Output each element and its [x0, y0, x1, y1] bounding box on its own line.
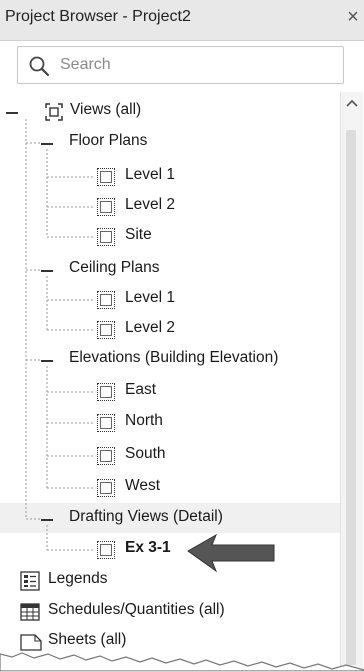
- tree-item-label: East: [125, 381, 157, 398]
- tree-node-label: Ceiling Plans: [69, 259, 160, 276]
- view-icon: [97, 414, 115, 432]
- search-box[interactable]: [17, 46, 344, 84]
- tree-item-elev-south[interactable]: South: [0, 441, 340, 471]
- torn-edge: [0, 652, 364, 671]
- tree-node-legends[interactable]: Legends: [0, 566, 340, 596]
- tree-node-drafting-views[interactable]: Drafting Views (Detail): [0, 504, 340, 534]
- scrollbar-thumb[interactable]: [346, 130, 356, 665]
- tree-item-ceiling-level-1[interactable]: Level 1: [0, 285, 340, 315]
- tree-item-elev-north[interactable]: North: [0, 408, 340, 438]
- view-icon: [97, 541, 115, 559]
- tree-item-label: North: [125, 412, 163, 429]
- tree-node-ceiling-plans[interactable]: Ceiling Plans: [0, 255, 340, 285]
- tree-item-ceiling-level-2[interactable]: Level 2: [0, 315, 340, 345]
- tree-item-floor-level-2[interactable]: Level 2: [0, 192, 340, 222]
- tree-node-label: Sheets (all): [48, 631, 127, 648]
- vertical-scrollbar[interactable]: [340, 92, 363, 671]
- tree-node-label: Legends: [48, 570, 108, 587]
- tree-node-elevations[interactable]: Elevations (Building Elevation): [0, 345, 340, 375]
- project-browser-panel: Project Browser - Project2 × Search View…: [0, 0, 364, 671]
- title-bar: Project Browser - Project2 ×: [0, 0, 364, 41]
- tree-node-label: Views (all): [70, 101, 142, 118]
- close-button[interactable]: ×: [344, 5, 362, 29]
- browser-views-icon: [45, 103, 63, 121]
- view-icon: [97, 168, 115, 186]
- collapse-icon[interactable]: [41, 270, 53, 272]
- view-icon: [97, 383, 115, 401]
- tree-item-label: Level 2: [125, 319, 175, 336]
- tree-item-label: Level 2: [125, 196, 175, 213]
- tree-item-label: West: [125, 477, 161, 494]
- tree-item-drafting-ex-3-1[interactable]: Ex 3-1: [0, 535, 340, 565]
- collapse-icon[interactable]: [41, 360, 53, 362]
- tree-item-floor-level-1[interactable]: Level 1: [0, 162, 340, 192]
- collapse-icon[interactable]: [41, 143, 53, 145]
- tree-node-label: Floor Plans: [69, 132, 148, 149]
- tree-item-elev-west[interactable]: West: [0, 473, 340, 503]
- tree-item-label: Ex 3-1: [125, 539, 171, 556]
- tree-node-label: Schedules/Quantities (all): [48, 601, 225, 618]
- window-title: Project Browser - Project2: [5, 8, 191, 25]
- tree-item-label: Level 1: [125, 289, 175, 306]
- tree-node-schedules[interactable]: Schedules/Quantities (all): [0, 597, 340, 627]
- tree-node-label: Drafting Views (Detail): [69, 508, 223, 525]
- scroll-up-icon[interactable]: [345, 98, 359, 108]
- search-input[interactable]: [60, 53, 330, 77]
- tree-node-floor-plans[interactable]: Floor Plans: [0, 128, 340, 158]
- view-icon: [97, 447, 115, 465]
- schedule-icon: [20, 603, 40, 621]
- view-icon: [97, 198, 115, 216]
- tree-item-label: Level 1: [125, 166, 175, 183]
- tree-item-label: Site: [125, 226, 152, 243]
- search-icon: [29, 56, 50, 77]
- tree-item-label: South: [125, 445, 166, 462]
- collapse-icon[interactable]: [41, 519, 53, 521]
- tree-item-elev-east[interactable]: East: [0, 377, 340, 407]
- legend-icon: [20, 571, 40, 591]
- view-icon: [97, 291, 115, 309]
- tree-node-views-all[interactable]: Views (all): [0, 97, 340, 127]
- tree-item-floor-site[interactable]: Site: [0, 222, 340, 252]
- collapse-icon[interactable]: [6, 112, 18, 114]
- view-icon: [97, 321, 115, 339]
- tree-node-label: Elevations (Building Elevation): [69, 349, 279, 366]
- callout-arrow-icon: [187, 533, 275, 573]
- browser-tree: Views (all) Floor Plans Level 1 Level 2 …: [0, 92, 340, 671]
- view-icon: [97, 228, 115, 246]
- view-icon: [97, 479, 115, 497]
